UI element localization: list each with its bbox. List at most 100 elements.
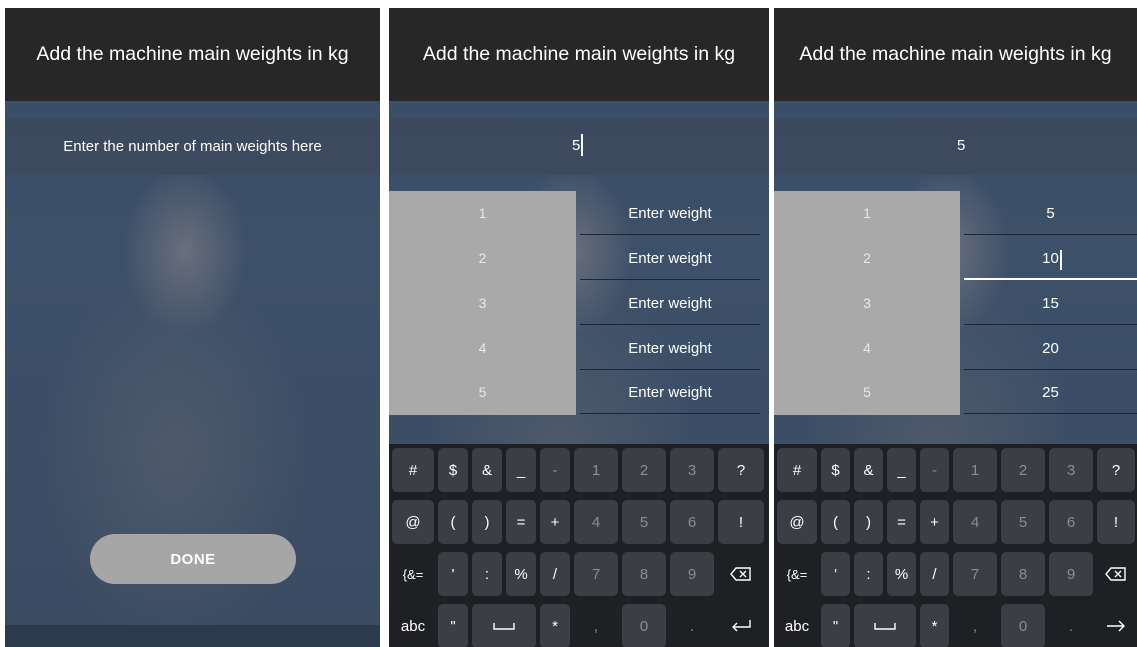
weight-input[interactable]: Enter weight xyxy=(580,289,760,325)
weight-input[interactable]: Enter weight xyxy=(580,199,760,235)
screen-weights-entered: Add the machine main weights in kg 5 1 2… xyxy=(774,8,1137,647)
key-2[interactable]: 2 xyxy=(1001,448,1045,492)
key-percent[interactable]: % xyxy=(506,552,536,596)
key-slash[interactable]: / xyxy=(540,552,570,596)
weight-input[interactable]: Enter weight xyxy=(580,244,760,280)
weight-index-label: 2 xyxy=(863,250,871,266)
key-6[interactable]: 6 xyxy=(670,500,714,544)
key-asterisk[interactable]: * xyxy=(920,604,949,647)
key-hash[interactable]: # xyxy=(777,448,817,492)
page-title: Add the machine main weights in kg xyxy=(422,43,736,65)
key-7[interactable]: 7 xyxy=(574,552,618,596)
key-9[interactable]: 9 xyxy=(670,552,714,596)
key-open-paren[interactable]: ( xyxy=(438,500,468,544)
key-hash[interactable]: # xyxy=(392,448,434,492)
key-plus[interactable]: + xyxy=(920,500,949,544)
title-bar: Add the machine main weights in kg xyxy=(5,8,380,101)
weight-input[interactable]: Enter weight xyxy=(580,378,760,414)
key-quote[interactable]: " xyxy=(821,604,850,647)
key-period[interactable]: . xyxy=(670,604,714,647)
key-dollar[interactable]: $ xyxy=(821,448,850,492)
key-slash[interactable]: / xyxy=(920,552,949,596)
backspace-icon xyxy=(1105,567,1126,581)
input-underline xyxy=(964,278,1137,280)
space-key[interactable] xyxy=(472,604,536,647)
key-5[interactable]: 5 xyxy=(1001,500,1045,544)
key-close-paren[interactable]: ) xyxy=(854,500,883,544)
title-bar: Add the machine main weights in kg xyxy=(389,8,769,101)
weight-input[interactable]: Enter weight xyxy=(580,334,760,370)
weight-input[interactable]: 20 xyxy=(964,334,1137,370)
key-percent[interactable]: % xyxy=(887,552,916,596)
key-period[interactable]: . xyxy=(1049,604,1093,647)
key-4[interactable]: 4 xyxy=(574,500,618,544)
key-minus[interactable]: - xyxy=(920,448,949,492)
key-colon[interactable]: : xyxy=(472,552,502,596)
space-key[interactable] xyxy=(854,604,916,647)
key-0[interactable]: 0 xyxy=(622,604,666,647)
screen-initial: Add the machine main weights in kg Enter… xyxy=(5,8,380,647)
weight-placeholder: Enter weight xyxy=(628,205,712,222)
key-close-paren[interactable]: ) xyxy=(472,500,502,544)
key-comma[interactable]: , xyxy=(574,604,618,647)
key-0[interactable]: 0 xyxy=(1001,604,1045,647)
key-9[interactable]: 9 xyxy=(1049,552,1093,596)
key-symbols-toggle[interactable]: {&= xyxy=(777,552,817,596)
key-2[interactable]: 2 xyxy=(622,448,666,492)
next-key[interactable] xyxy=(1097,604,1135,647)
key-8[interactable]: 8 xyxy=(1001,552,1045,596)
key-quote[interactable]: " xyxy=(438,604,468,647)
key-at[interactable]: @ xyxy=(777,500,817,544)
key-symbols-toggle[interactable]: {&= xyxy=(392,552,434,596)
weight-input[interactable]: 5 xyxy=(964,199,1137,235)
key-ampersand[interactable]: & xyxy=(472,448,502,492)
key-apostrophe[interactable]: ' xyxy=(438,552,468,596)
key-apostrophe[interactable]: ' xyxy=(821,552,850,596)
key-ampersand[interactable]: & xyxy=(854,448,883,492)
key-4[interactable]: 4 xyxy=(953,500,997,544)
key-asterisk[interactable]: * xyxy=(540,604,570,647)
key-minus[interactable]: - xyxy=(540,448,570,492)
key-plus[interactable]: + xyxy=(540,500,570,544)
key-5[interactable]: 5 xyxy=(622,500,666,544)
done-button[interactable]: DONE xyxy=(90,534,296,584)
backspace-key[interactable] xyxy=(1097,552,1135,596)
key-1[interactable]: 1 xyxy=(574,448,618,492)
key-7[interactable]: 7 xyxy=(953,552,997,596)
key-question[interactable]: ? xyxy=(1097,448,1135,492)
key-abc[interactable]: abc xyxy=(777,604,817,647)
weight-index-label: 2 xyxy=(478,250,487,266)
numeric-keyboard: # $ & _ - 1 2 3 ? @ ( ) = + 4 5 6 ! {&= … xyxy=(389,444,769,647)
key-exclamation[interactable]: ! xyxy=(718,500,764,544)
key-equals[interactable]: = xyxy=(506,500,536,544)
weight-count-input[interactable]: 5 xyxy=(774,118,1137,175)
key-underscore[interactable]: _ xyxy=(506,448,536,492)
backspace-key[interactable] xyxy=(718,552,764,596)
key-1[interactable]: 1 xyxy=(953,448,997,492)
key-underscore[interactable]: _ xyxy=(887,448,916,492)
key-colon[interactable]: : xyxy=(854,552,883,596)
weight-count-input[interactable]: Enter the number of main weights here xyxy=(5,118,380,175)
key-8[interactable]: 8 xyxy=(622,552,666,596)
key-dollar[interactable]: $ xyxy=(438,448,468,492)
weight-placeholder: Enter weight xyxy=(628,340,712,357)
key-abc[interactable]: abc xyxy=(392,604,434,647)
key-equals[interactable]: = xyxy=(887,500,916,544)
weight-index-label: 4 xyxy=(863,340,871,356)
key-open-paren[interactable]: ( xyxy=(821,500,850,544)
key-at[interactable]: @ xyxy=(392,500,434,544)
numeric-keyboard: # $ & _ - 1 2 3 ? @ ( ) = + 4 5 6 ! {&= … xyxy=(774,444,1137,647)
key-comma[interactable]: , xyxy=(953,604,997,647)
key-exclamation[interactable]: ! xyxy=(1097,500,1135,544)
weight-count-input[interactable]: 5 xyxy=(389,118,769,175)
key-3[interactable]: 3 xyxy=(670,448,714,492)
enter-key[interactable] xyxy=(718,604,764,647)
key-6[interactable]: 6 xyxy=(1049,500,1093,544)
next-arrow-icon xyxy=(1107,620,1125,632)
page-title: Add the machine main weights in kg xyxy=(36,43,349,65)
key-question[interactable]: ? xyxy=(718,448,764,492)
weight-input-focused[interactable]: 10 xyxy=(964,244,1137,280)
key-3[interactable]: 3 xyxy=(1049,448,1093,492)
weight-input[interactable]: 25 xyxy=(964,378,1137,414)
weight-input[interactable]: 15 xyxy=(964,289,1137,325)
